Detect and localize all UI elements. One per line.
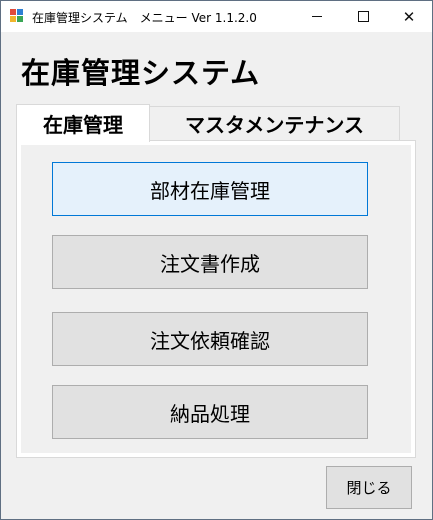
tab-master-maintenance[interactable]: マスタメンテナンス — [149, 106, 400, 140]
maximize-button[interactable] — [340, 1, 386, 32]
app-heading: 在庫管理システム — [21, 56, 261, 90]
minimize-button[interactable] — [294, 1, 340, 32]
title-bar[interactable]: 在庫管理システム メニュー Ver 1.1.2.0 ✕ — [1, 1, 432, 32]
window-title: 在庫管理システム メニュー Ver 1.1.2.0 — [32, 11, 257, 25]
tab-inventory[interactable]: 在庫管理 — [16, 104, 150, 142]
close-button[interactable]: 閉じる — [326, 466, 412, 509]
app-window: 在庫管理システム メニュー Ver 1.1.2.0 ✕ 在庫管理システム 在庫管… — [0, 0, 433, 520]
app-icon — [10, 9, 24, 23]
create-purchase-order-button[interactable]: 注文書作成 — [52, 235, 368, 289]
maximize-icon — [357, 11, 369, 22]
order-request-check-button[interactable]: 注文依頼確認 — [52, 312, 368, 366]
close-icon: ✕ — [402, 7, 416, 26]
delivery-processing-button[interactable]: 納品処理 — [52, 385, 368, 439]
window-close-button[interactable]: ✕ — [386, 1, 432, 32]
minimize-icon — [312, 16, 322, 17]
parts-inventory-button[interactable]: 部材在庫管理 — [52, 162, 368, 216]
